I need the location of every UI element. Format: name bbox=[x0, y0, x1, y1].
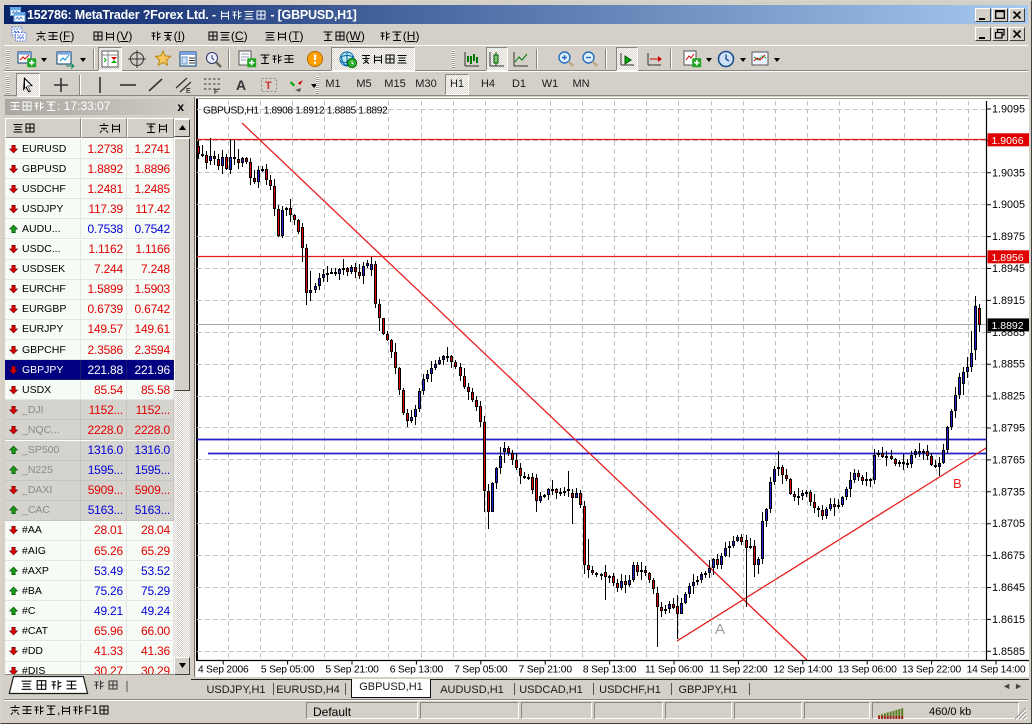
svg-text:1.8615: 1.8615 bbox=[992, 614, 1025, 626]
svg-text:12 Sep 14:00: 12 Sep 14:00 bbox=[773, 665, 832, 676]
svg-text:11 Sep 06:00: 11 Sep 06:00 bbox=[645, 665, 704, 676]
svg-text:1.9005: 1.9005 bbox=[992, 199, 1025, 211]
svg-text:1.9035: 1.9035 bbox=[992, 167, 1025, 179]
svg-text:1.8892: 1.8892 bbox=[992, 320, 1024, 332]
svg-text:13 Sep 06:00: 13 Sep 06:00 bbox=[838, 665, 897, 676]
svg-text:1.8675: 1.8675 bbox=[992, 550, 1025, 562]
svg-text:1.8765: 1.8765 bbox=[992, 454, 1025, 466]
svg-text:5 Sep 21:00: 5 Sep 21:00 bbox=[325, 665, 379, 676]
svg-text:5 Sep 05:00: 5 Sep 05:00 bbox=[261, 665, 315, 676]
svg-text:GBPUSD,H1 1.8908 1.8912 1.888: GBPUSD,H1 1.8908 1.8912 1.8885 1.8892 bbox=[203, 106, 388, 117]
svg-text:F: F bbox=[214, 89, 218, 95]
svg-text:1.8825: 1.8825 bbox=[992, 391, 1025, 403]
svg-text:4 Sep 2006: 4 Sep 2006 bbox=[198, 665, 249, 676]
svg-text:1.9066: 1.9066 bbox=[992, 135, 1024, 147]
svg-text:1.8705: 1.8705 bbox=[992, 518, 1025, 530]
svg-text:1.8945: 1.8945 bbox=[992, 263, 1025, 275]
svg-text:14 Sep 14:00: 14 Sep 14:00 bbox=[967, 665, 1026, 676]
svg-text:T: T bbox=[265, 80, 272, 92]
svg-text:11 Sep 22:00: 11 Sep 22:00 bbox=[709, 665, 768, 676]
svg-text:1.8975: 1.8975 bbox=[992, 231, 1025, 243]
svg-text:6 Sep 13:00: 6 Sep 13:00 bbox=[390, 665, 444, 676]
svg-text:1.8915: 1.8915 bbox=[992, 295, 1025, 307]
svg-text:13 Sep 22:00: 13 Sep 22:00 bbox=[902, 665, 961, 676]
svg-text:A: A bbox=[236, 77, 246, 93]
svg-text:1.8645: 1.8645 bbox=[992, 582, 1025, 594]
svg-text:1.8855: 1.8855 bbox=[992, 359, 1025, 371]
svg-text:1.8735: 1.8735 bbox=[992, 486, 1025, 498]
svg-text:1.8585: 1.8585 bbox=[992, 646, 1025, 658]
svg-text:A: A bbox=[715, 621, 725, 638]
svg-text:8 Sep 13:00: 8 Sep 13:00 bbox=[583, 665, 637, 676]
svg-text:7 Sep 05:00: 7 Sep 05:00 bbox=[454, 665, 508, 676]
svg-text:E: E bbox=[186, 88, 191, 95]
svg-text:1.8795: 1.8795 bbox=[992, 423, 1025, 435]
svg-text:B: B bbox=[953, 476, 962, 491]
svg-text:7 Sep 21:00: 7 Sep 21:00 bbox=[519, 665, 573, 676]
svg-text:1.8956: 1.8956 bbox=[992, 252, 1024, 264]
svg-text:1.9095: 1.9095 bbox=[992, 104, 1025, 116]
